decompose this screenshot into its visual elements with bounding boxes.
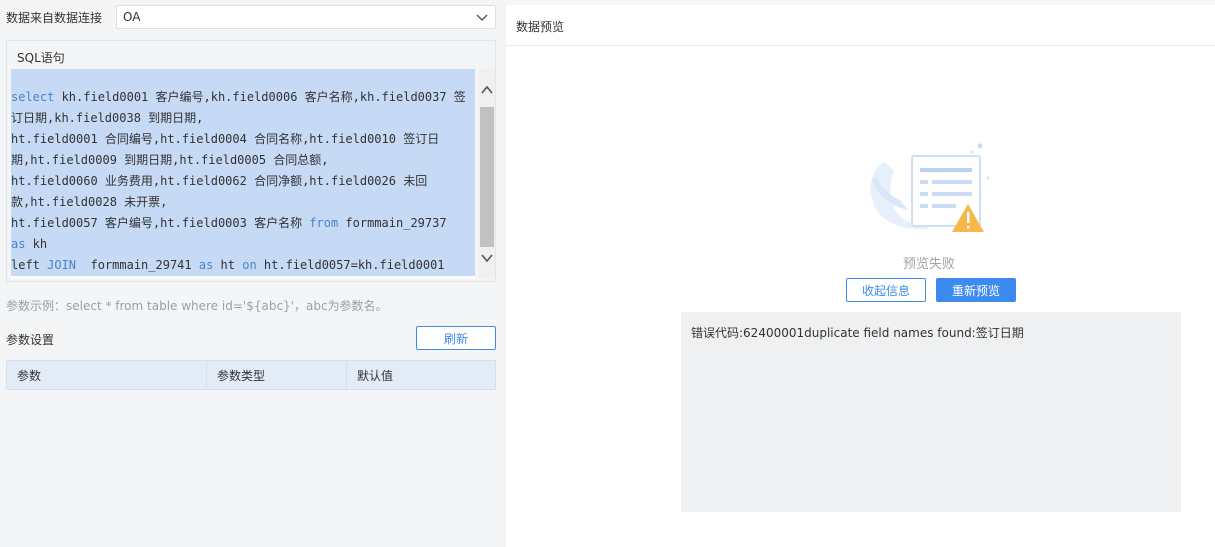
preview-panel: 数据预览 预览失败 收起信息 重新预览 错误代码:62400001duplica…	[506, 5, 1215, 547]
connection-selected-value: OA	[123, 10, 141, 24]
sql-line: 期,ht.field0009 到期日期,ht.field0005 合同总额,	[11, 150, 475, 171]
sql-line: ht.field0057 客户编号,ht.field0003 客户名称 from…	[11, 213, 475, 234]
chevron-down-icon	[476, 14, 488, 21]
param-settings-title: 参数设置	[6, 333, 55, 347]
sql-scrollbar[interactable]	[479, 69, 495, 279]
sql-line: left JOIN formmain_29741 as ht on ht.fie…	[11, 255, 475, 276]
preview-fail-text: 预览失败	[903, 257, 956, 272]
sql-editor[interactable]: select kh.field0001 客户编号,kh.field0006 客户…	[11, 69, 475, 279]
scrollbar-thumb[interactable]	[480, 107, 494, 247]
sql-line: ht.field0001 合同编号,ht.field0004 合同名称,ht.f…	[11, 129, 475, 150]
column-header-param: 参数	[7, 361, 207, 389]
connection-label: 数据来自数据连接	[6, 10, 103, 25]
collapse-info-button[interactable]: 收起信息	[846, 278, 926, 302]
error-message-box: 错误代码:62400001duplicate field names found…	[681, 312, 1181, 512]
repreview-button[interactable]: 重新预览	[936, 278, 1016, 302]
scroll-down-icon[interactable]	[479, 249, 495, 267]
sql-line: ht.field0060 业务费用,ht.field0062 合同净额,ht.f…	[11, 171, 475, 192]
sql-line: as kh	[11, 234, 475, 255]
divider	[506, 45, 1215, 46]
refresh-button[interactable]: 刷新	[416, 326, 496, 350]
left-panel: 数据来自数据连接 OA SQL语句 select kh.field0001 客户…	[0, 0, 506, 547]
error-message: 错误代码:62400001duplicate field names found…	[691, 326, 1024, 340]
connection-select[interactable]: OA	[116, 5, 496, 29]
sql-line: 款,ht.field0028 未开票,	[11, 192, 475, 213]
connection-row: 数据来自数据连接 OA	[6, 5, 496, 29]
param-table-header: 参数 参数类型 默认值	[6, 360, 496, 390]
column-header-param-type: 参数类型	[207, 361, 347, 389]
column-header-default-value: 默认值	[357, 368, 394, 383]
sql-line: 订日期,kh.field0038 到期日期,	[11, 108, 475, 129]
sql-line: select kh.field0001 客户编号,kh.field0006 客户…	[11, 69, 475, 108]
preview-title: 数据预览	[516, 20, 565, 34]
sql-code: select kh.field0001 客户编号,kh.field0006 客户…	[11, 69, 475, 276]
sql-title: SQL语句	[17, 51, 65, 65]
param-hint: 参数示例：select * from table where id='${abc…	[6, 299, 388, 313]
scroll-up-icon[interactable]	[479, 81, 495, 99]
sql-panel: SQL语句 select kh.field0001 客户编号,kh.field0…	[6, 40, 496, 282]
preview-failed-illustration-icon	[870, 143, 990, 232]
